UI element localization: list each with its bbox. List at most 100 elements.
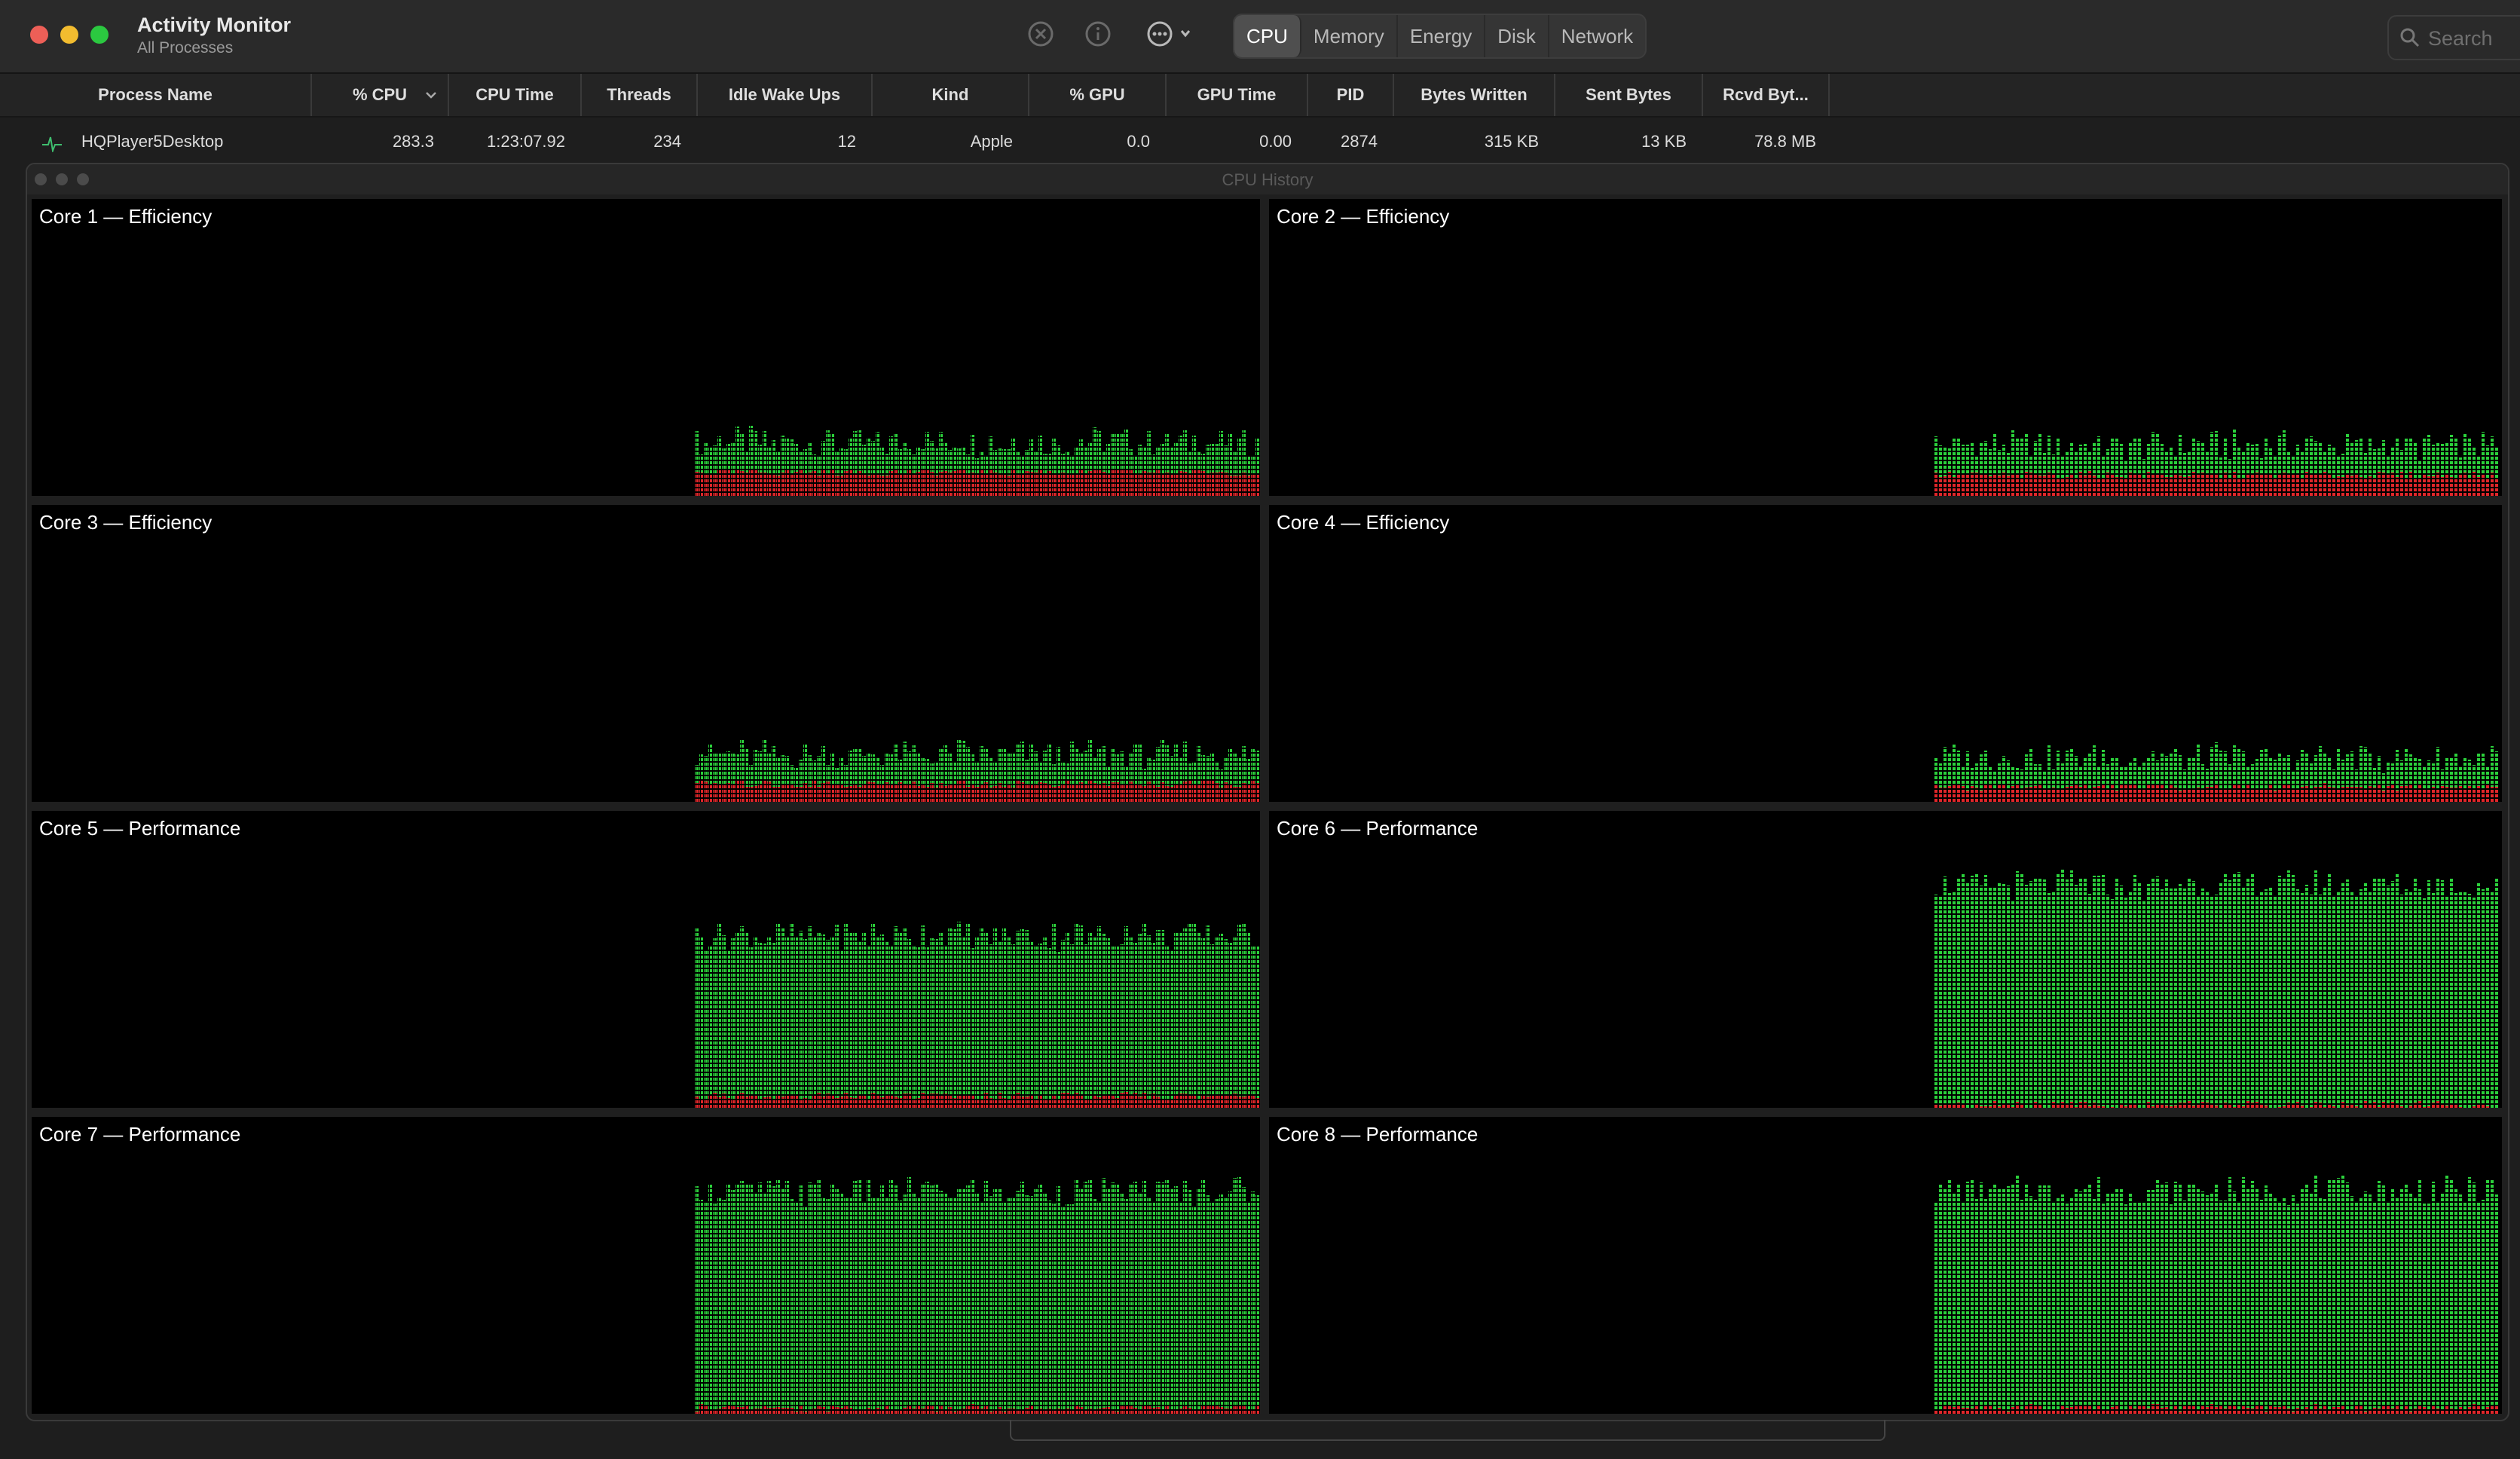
user-load-bar: [2405, 438, 2408, 479]
system-load-bar: [1984, 1405, 1988, 1414]
user-load-bar: [2142, 459, 2146, 478]
system-load-bar: [984, 1093, 988, 1108]
cpu-history-titlebar[interactable]: CPU History: [27, 164, 2508, 194]
user-load-bar: [885, 454, 888, 476]
user-load-bar: [2269, 448, 2273, 473]
info-icon[interactable]: [1084, 20, 1112, 48]
system-load-bar: [2102, 785, 2106, 802]
system-load-bar: [1948, 472, 1952, 496]
zoom-window-button[interactable]: [90, 26, 109, 44]
stop-process-icon[interactable]: [1026, 20, 1055, 48]
user-load-bar: [2359, 1198, 2363, 1405]
user-load-bar: [907, 751, 911, 785]
user-load-bar: [2364, 1191, 2368, 1412]
system-load-bar: [849, 786, 852, 802]
user-load-bar: [1057, 445, 1060, 473]
cell-idle-wake-ups: 12: [837, 132, 856, 151]
user-load-bar: [2115, 1188, 2119, 1405]
user-load-bar: [1215, 444, 1219, 473]
system-load-bar: [2011, 1107, 2015, 1108]
user-load-bar: [1016, 931, 1020, 1093]
more-options-icon[interactable]: [1145, 20, 1197, 48]
col-kind[interactable]: Kind: [873, 74, 1029, 116]
system-load-bar: [2038, 1105, 2042, 1108]
user-load-bar: [2305, 754, 2309, 786]
user-load-bar: [2156, 434, 2160, 475]
user-load-bar: [2414, 758, 2418, 790]
user-load-bar: [2427, 760, 2431, 790]
system-load-bar: [889, 1096, 893, 1108]
user-load-bar: [2224, 873, 2228, 1103]
user-load-bar: [2011, 900, 2015, 1107]
col-cpu-time[interactable]: CPU Time: [449, 74, 582, 116]
tab-disk[interactable]: Disk: [1485, 15, 1549, 57]
user-load-bar: [1242, 1187, 1246, 1405]
system-load-bar: [1197, 470, 1200, 496]
user-load-bar: [1989, 886, 1992, 1106]
system-load-bar: [903, 1408, 907, 1414]
system-load-bar: [2233, 472, 2237, 496]
system-load-bar: [2020, 478, 2024, 496]
system-load-bar: [2436, 1409, 2440, 1414]
user-load-bar: [2355, 1201, 2359, 1405]
user-load-bar: [2084, 1188, 2087, 1405]
user-load-bar: [2409, 438, 2413, 472]
user-load-bar: [966, 454, 970, 473]
system-load-bar: [2075, 1107, 2078, 1108]
user-load-bar: [2323, 1199, 2327, 1405]
close-window-button[interactable]: [30, 26, 48, 44]
user-load-bar: [948, 752, 952, 785]
system-load-bar: [1953, 784, 1956, 802]
system-load-bar: [726, 783, 730, 802]
system-load-bar: [1093, 783, 1096, 802]
col-gpu[interactable]: % GPU: [1029, 74, 1167, 116]
tab-network[interactable]: Network: [1549, 15, 1645, 57]
col-process-name[interactable]: Process Name: [0, 74, 312, 116]
system-load-bar: [2346, 1106, 2350, 1108]
system-load-bar: [2364, 479, 2368, 496]
system-load-bar: [2151, 475, 2155, 496]
col-sent-bytes[interactable]: Sent Bytes: [1555, 74, 1703, 116]
user-load-bar: [2396, 873, 2399, 1103]
user-load-bar: [1993, 771, 1997, 789]
user-load-bar: [2491, 436, 2494, 473]
table-row[interactable]: HQPlayer5Desktop 283.3 1:23:07.92 234 12…: [0, 118, 2520, 166]
tab-cpu[interactable]: CPU: [1234, 15, 1301, 57]
user-load-bar: [1170, 756, 1173, 787]
user-load-bar: [2305, 1184, 2309, 1407]
search-input[interactable]: Search: [2387, 15, 2520, 60]
system-load-bar: [907, 1093, 911, 1108]
system-load-bar: [2070, 474, 2074, 496]
system-load-bar: [2129, 1405, 2133, 1414]
system-load-bar: [916, 1406, 920, 1414]
tab-memory[interactable]: Memory: [1301, 15, 1398, 57]
user-load-bar: [971, 754, 974, 784]
user-load-bar: [1215, 1199, 1219, 1405]
system-load-bar: [1002, 474, 1006, 496]
user-load-bar: [1255, 947, 1259, 1098]
user-load-bar: [2265, 1185, 2268, 1412]
user-load-bar: [1034, 452, 1038, 473]
user-load-bar: [2034, 1200, 2038, 1405]
user-load-bar: [2224, 751, 2228, 789]
tab-energy[interactable]: Energy: [1398, 15, 1486, 57]
system-load-bar: [2274, 1407, 2277, 1414]
col-gpu-time[interactable]: GPU Time: [1167, 74, 1308, 116]
col-rcvd-bytes[interactable]: Rcvd Byt...: [1703, 74, 1830, 116]
user-load-bar: [2188, 878, 2191, 1101]
col-threads[interactable]: Threads: [582, 74, 698, 116]
col-bytes-written[interactable]: Bytes Written: [1394, 74, 1555, 116]
user-load-bar: [2491, 746, 2494, 787]
minimize-window-button[interactable]: [60, 26, 78, 44]
user-load-bar: [2034, 879, 2038, 1102]
col-cpu[interactable]: % CPU: [312, 74, 449, 116]
system-load-bar: [2359, 477, 2363, 496]
system-load-bar: [2463, 790, 2467, 802]
system-load-bar: [2210, 1404, 2214, 1414]
system-load-bar: [1197, 1411, 1200, 1414]
col-pid[interactable]: PID: [1308, 74, 1394, 116]
col-idle-wake-ups[interactable]: Idle Wake Ups: [698, 74, 873, 116]
user-load-bar: [2156, 1179, 2160, 1404]
system-load-bar: [2011, 473, 2015, 496]
user-load-bar: [821, 1197, 825, 1407]
